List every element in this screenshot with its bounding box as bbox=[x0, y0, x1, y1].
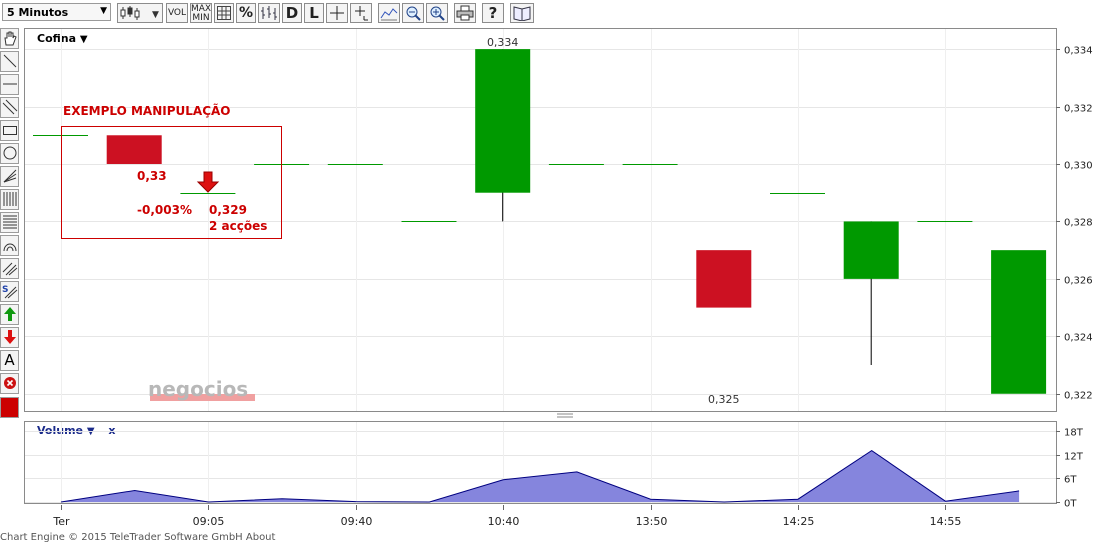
price-tick-label: 0,332 bbox=[1064, 104, 1093, 115]
annotation-title: EXEMPLO MANIPULAÇÃO bbox=[63, 103, 230, 118]
price-tick-label: 0,330 bbox=[1064, 161, 1093, 172]
candle[interactable] bbox=[696, 250, 752, 308]
candle[interactable] bbox=[843, 221, 899, 366]
close-volume-icon[interactable]: x bbox=[108, 424, 115, 437]
price-tick-label: 0,326 bbox=[1064, 276, 1093, 287]
price-tick-label: 0,334 bbox=[1064, 46, 1093, 57]
watermark-text: negocios bbox=[148, 377, 248, 401]
chevron-down-icon: ▼ bbox=[86, 426, 95, 437]
annotation-price-1: 0,33 bbox=[137, 169, 167, 183]
footer: Chart Engine © 2015 TeleTrader Software … bbox=[0, 532, 276, 543]
manipulation-annotation[interactable]: EXEMPLO MANIPULAÇÃO 0,33 -0,003% 0,329 2… bbox=[61, 103, 282, 239]
annotation-price-2: 0,329 bbox=[209, 203, 247, 217]
annotation-volume: 2 acções bbox=[209, 219, 267, 233]
annotation-change: -0,003% bbox=[137, 203, 192, 217]
candle-body bbox=[475, 49, 531, 193]
price-tick-label: 0,328 bbox=[1064, 218, 1093, 229]
low-label: 0,325 bbox=[708, 393, 740, 406]
volume-name: Volume bbox=[37, 424, 83, 437]
volume-title[interactable]: Volume ▼ x bbox=[37, 424, 116, 437]
candle[interactable] bbox=[106, 135, 162, 164]
candle-body bbox=[106, 135, 162, 164]
candle[interactable] bbox=[991, 250, 1047, 394]
panel-splitter[interactable] bbox=[557, 413, 573, 418]
candle[interactable] bbox=[475, 49, 531, 222]
candle-body bbox=[991, 250, 1047, 394]
arrow-down-icon bbox=[196, 171, 220, 193]
candle-body bbox=[696, 250, 752, 308]
price-tick-label: 0,322 bbox=[1064, 391, 1093, 402]
volume-panel[interactable] bbox=[24, 421, 1057, 504]
price-tick-label: 0,324 bbox=[1064, 333, 1093, 344]
high-label: 0,334 bbox=[487, 36, 519, 49]
candle-body bbox=[843, 221, 899, 279]
negocios-watermark: negocios bbox=[148, 377, 255, 401]
